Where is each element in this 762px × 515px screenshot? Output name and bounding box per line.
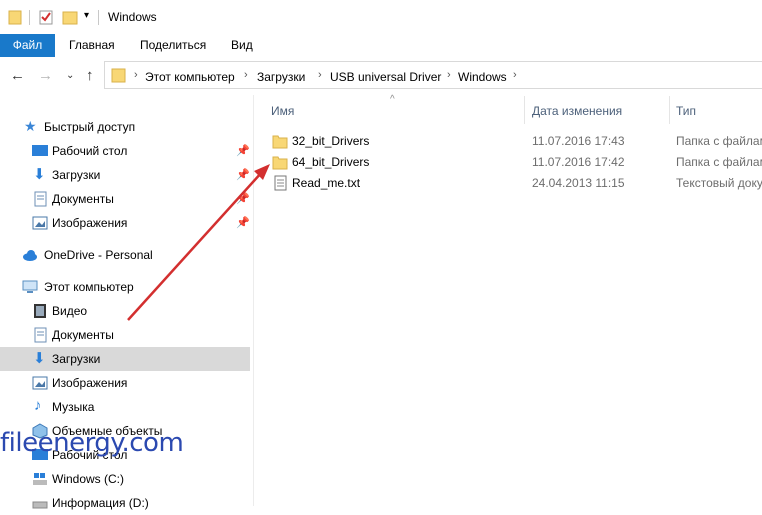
- pin-icon[interactable]: 📌: [236, 168, 250, 181]
- drive-windows-icon: [33, 473, 47, 485]
- pin-icon[interactable]: 📌: [236, 216, 250, 229]
- forward-arrow-icon[interactable]: →: [38, 67, 53, 84]
- sidebar-item-pc-documents[interactable]: Документы: [0, 323, 250, 347]
- column-header-date[interactable]: Дата изменения: [532, 104, 622, 118]
- recent-locations-chevron-icon[interactable]: ⌄: [66, 70, 74, 81]
- file-row[interactable]: 32_bit_Drivers 11.07.2016 17:43 Папка с …: [262, 130, 762, 152]
- sidebar-item-documents[interactable]: Документы 📌: [0, 187, 250, 211]
- breadcrumb-chevron-icon[interactable]: ›: [513, 69, 517, 81]
- cloud-icon: [23, 250, 37, 261]
- file-row[interactable]: Read_me.txt 24.04.2013 11:15 Текстовый д…: [262, 172, 762, 194]
- download-arrow-icon: ⬇: [33, 350, 46, 367]
- folder-icon: [272, 135, 288, 149]
- ribbon-tabs: Файл Главная Поделиться Вид: [0, 34, 762, 58]
- sidebar-item-onedrive[interactable]: OneDrive - Personal: [0, 243, 250, 267]
- tab-share[interactable]: Поделиться: [140, 38, 206, 52]
- column-header-type[interactable]: Тип: [676, 104, 696, 118]
- pin-icon[interactable]: 📌: [236, 192, 250, 205]
- watermark-text: fileenergy.com: [0, 428, 184, 458]
- customize-quick-access-icon[interactable]: ▾: [84, 10, 89, 21]
- column-divider[interactable]: [669, 96, 670, 124]
- sidebar-item-quick-access[interactable]: ★ Быстрый доступ: [0, 115, 250, 139]
- breadcrumb-downloads[interactable]: Загрузки: [257, 70, 305, 84]
- sidebar-item-music[interactable]: ♪ Музыка: [0, 395, 250, 419]
- folder-icon[interactable]: [8, 9, 22, 25]
- tab-view[interactable]: Вид: [231, 38, 253, 52]
- title-bar: ▾ Windows: [0, 0, 762, 34]
- breadcrumb-usb-driver[interactable]: USB universal Driver: [330, 70, 441, 84]
- text-file-icon: [274, 175, 287, 191]
- sidebar-item-downloads[interactable]: ⬇ Загрузки 📌: [0, 163, 250, 187]
- sidebar-item-drive-c[interactable]: Windows (C:): [0, 467, 250, 491]
- music-note-icon: ♪: [34, 397, 42, 414]
- breadcrumb-chevron-icon[interactable]: ›: [244, 69, 248, 81]
- desktop-icon: [32, 145, 48, 156]
- column-divider[interactable]: [524, 96, 525, 124]
- pane-divider[interactable]: [253, 95, 254, 506]
- sidebar-item-videos[interactable]: Видео: [0, 299, 250, 323]
- folder-icon: [111, 68, 126, 83]
- column-header-name[interactable]: Имя: [271, 104, 294, 118]
- file-row[interactable]: 64_bit_Drivers 11.07.2016 17:42 Папка с …: [262, 151, 762, 173]
- star-icon: ★: [24, 118, 37, 134]
- back-arrow-icon[interactable]: ←: [10, 67, 25, 84]
- up-arrow-icon[interactable]: ↑: [86, 67, 94, 84]
- download-arrow-icon: ⬇: [33, 166, 46, 183]
- pin-icon[interactable]: 📌: [236, 144, 250, 157]
- tab-home[interactable]: Главная: [69, 38, 115, 52]
- sidebar-item-desktop[interactable]: Рабочий стол 📌: [0, 139, 250, 163]
- folder-icon: [272, 156, 288, 170]
- pictures-icon: [32, 376, 48, 390]
- divider: [98, 10, 99, 25]
- sidebar-item-pictures[interactable]: Изображения 📌: [0, 211, 250, 235]
- divider: [29, 10, 30, 25]
- sidebar-item-this-pc[interactable]: Этот компьютер: [0, 275, 250, 299]
- sidebar-item-drive-d[interactable]: Информация (D:): [0, 491, 250, 515]
- sidebar-item-pc-pictures[interactable]: Изображения: [0, 371, 250, 395]
- breadcrumb-chevron-icon[interactable]: ›: [134, 69, 138, 81]
- breadcrumb-chevron-icon[interactable]: ›: [318, 69, 322, 81]
- breadcrumb-chevron-icon[interactable]: ›: [447, 69, 451, 81]
- window-title: Windows: [108, 10, 157, 24]
- pictures-icon: [32, 216, 48, 230]
- breadcrumb-windows[interactable]: Windows: [458, 70, 507, 84]
- new-folder-icon[interactable]: [62, 9, 78, 25]
- documents-icon: [34, 191, 47, 207]
- address-bar[interactable]: › Этот компьютер › Загрузки › USB univer…: [104, 61, 762, 89]
- sort-up-icon: ^: [390, 94, 395, 105]
- video-icon: [34, 304, 46, 318]
- properties-icon[interactable]: [38, 9, 54, 25]
- documents-icon: [34, 327, 47, 343]
- computer-icon: [22, 280, 38, 293]
- tab-file[interactable]: Файл: [0, 34, 55, 57]
- sidebar-item-pc-downloads[interactable]: ⬇ Загрузки: [0, 347, 250, 371]
- drive-icon: [32, 501, 48, 509]
- breadcrumb-this-pc[interactable]: Этот компьютер: [145, 70, 235, 84]
